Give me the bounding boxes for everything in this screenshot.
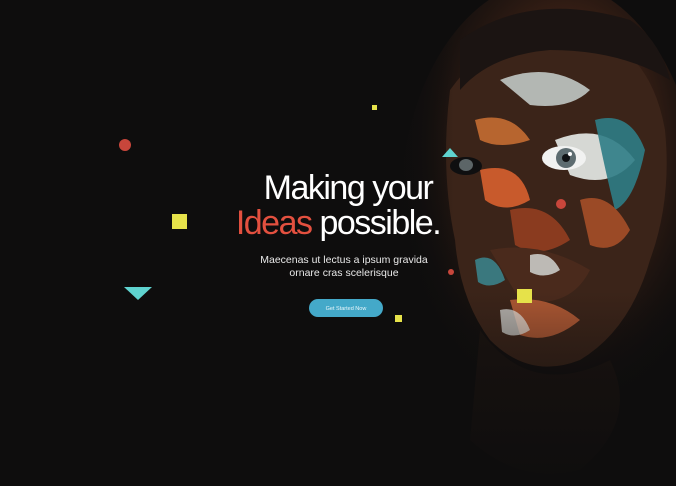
teal-triangle-icon	[124, 287, 152, 300]
yellow-square-icon	[372, 105, 377, 110]
red-circle-icon	[119, 139, 131, 151]
hero-portrait-image	[380, 0, 676, 486]
hero-subtitle-line1: Maecenas ut lectus a ipsum gravida	[260, 254, 428, 266]
teal-triangle-icon	[442, 148, 458, 157]
hero-section: Making your Ideas possible. Maecenas ut …	[0, 0, 676, 486]
yellow-square-icon	[395, 315, 402, 322]
hero-headline-line2: Ideas possible.	[0, 205, 676, 241]
get-started-button[interactable]: Get Started Now	[309, 299, 383, 317]
hero-headline-line1: Making your	[263, 169, 434, 207]
hero-headline-accent: Ideas	[235, 204, 313, 242]
hero-subtitle-line2: ornare cras scelerisque	[289, 267, 399, 279]
hero-headline-rest: possible.	[311, 204, 441, 242]
yellow-square-icon	[517, 289, 532, 303]
